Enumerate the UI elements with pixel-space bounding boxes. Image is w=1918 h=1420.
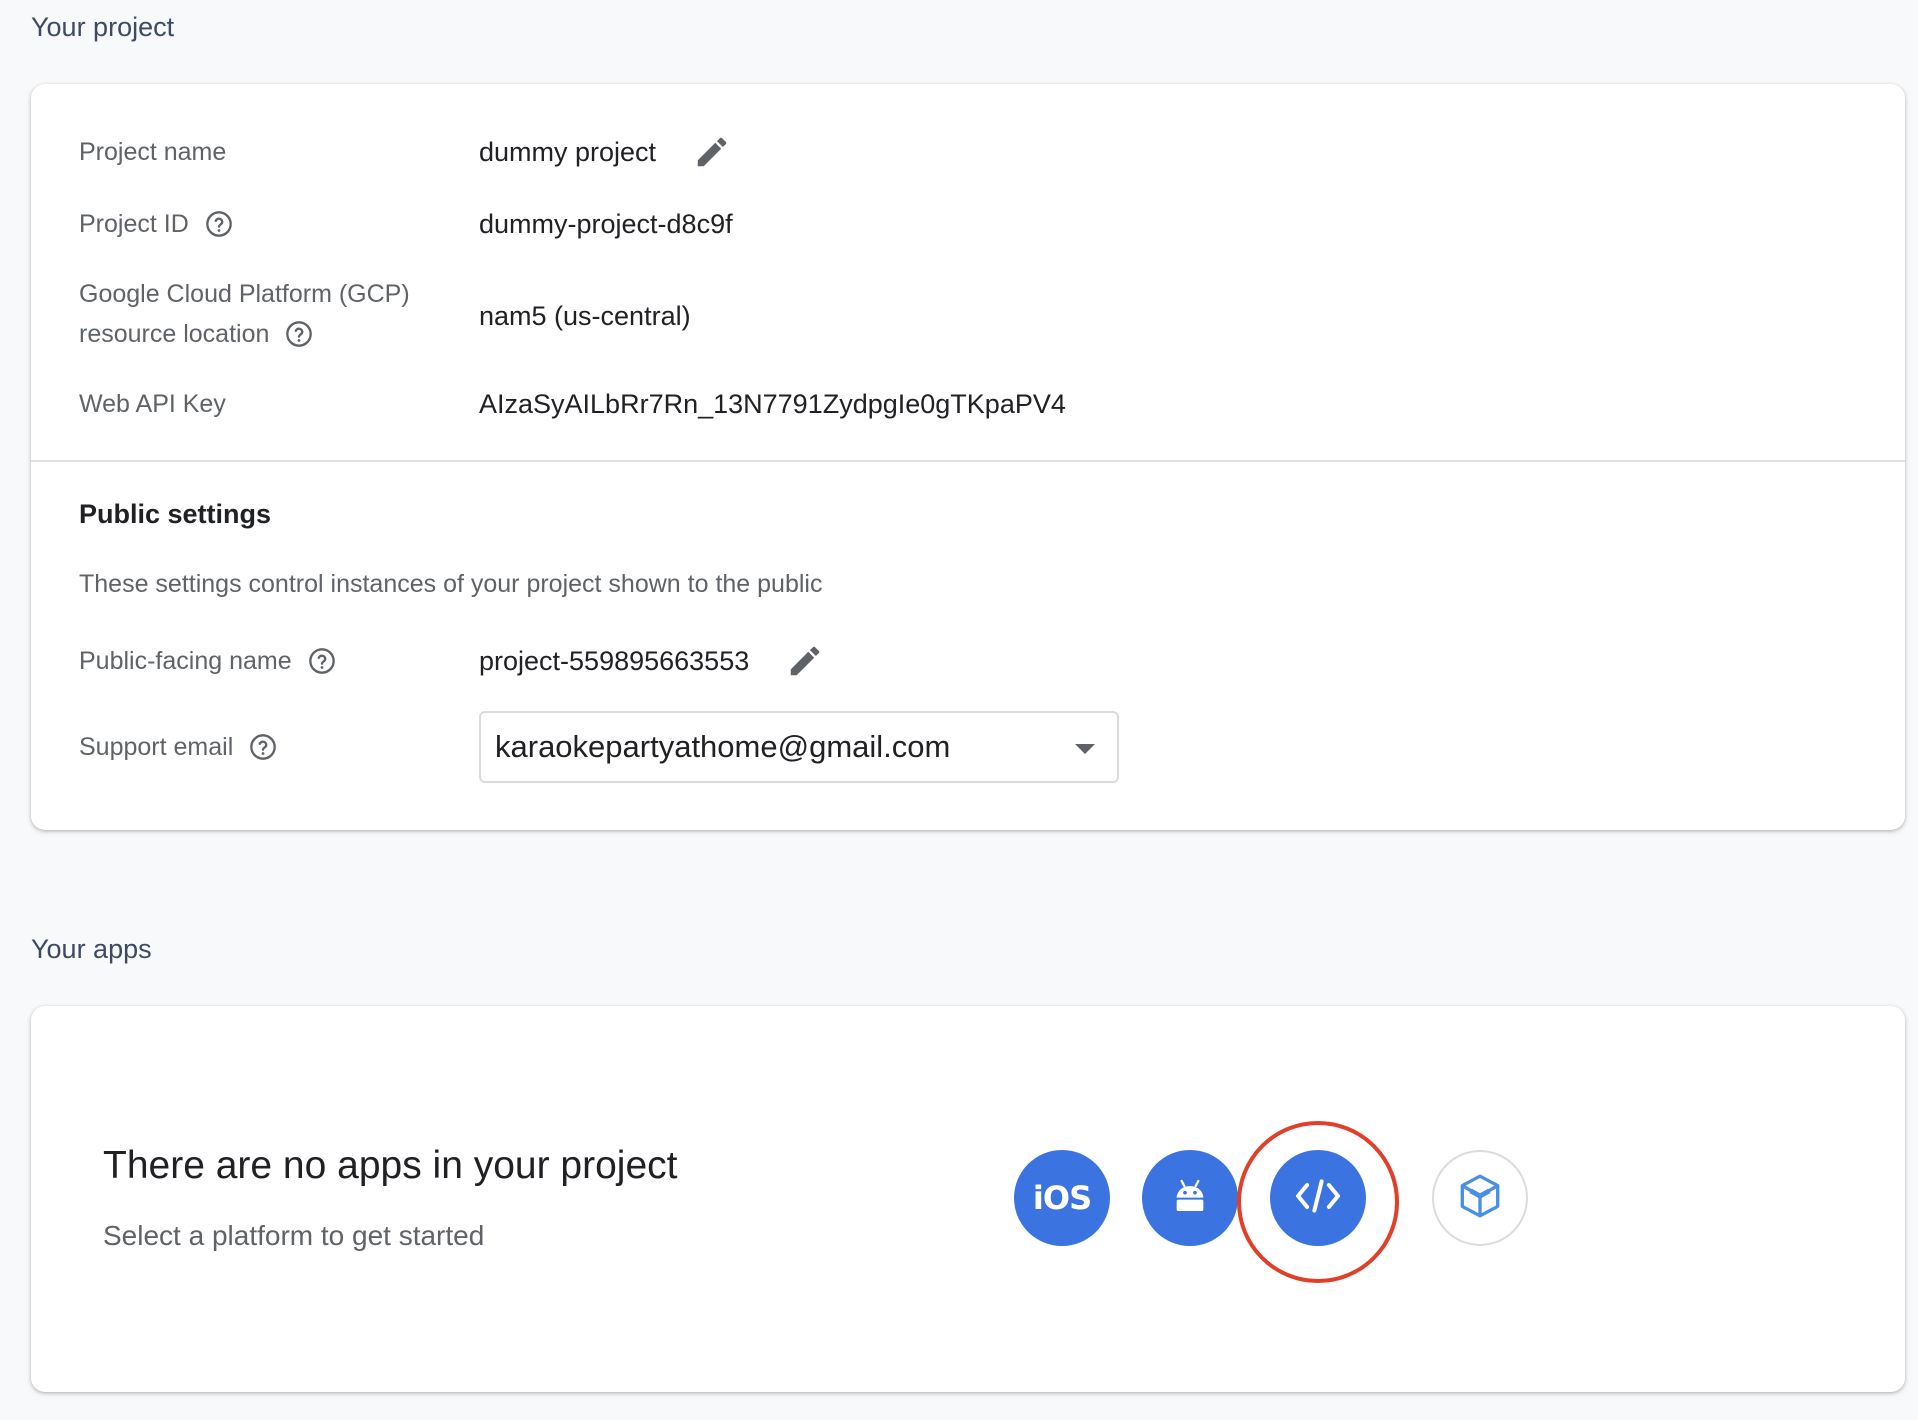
- support-email-value: karaokepartyathome@gmail.com: [495, 729, 951, 764]
- your-apps-title: Your apps: [31, 934, 152, 964]
- project-id-row: Project ID dummy-project-d8c9f: [79, 204, 1857, 244]
- support-email-row: Support email karaokepartyathome@gmail.c…: [79, 711, 1857, 783]
- public-name-row: Public-facing name project-559895663553: [79, 641, 1857, 681]
- api-key-value: AIzaSyAILbRr7Rn_13N7791ZydpgIe0gTKpaPV4: [479, 389, 1066, 419]
- location-label-line2-wrap: resource location: [79, 314, 410, 354]
- project-name-value: dummy project: [479, 137, 657, 167]
- project-settings-card: Project name dummy project Project ID du…: [31, 84, 1905, 830]
- support-email-select[interactable]: karaokepartyathome@gmail.com: [479, 711, 1119, 783]
- edit-public-name-icon[interactable]: [785, 641, 825, 681]
- help-icon[interactable]: [205, 210, 233, 238]
- api-key-row: Web API Key AIzaSyAILbRr7Rn_13N7791Zydpg…: [79, 384, 1857, 424]
- support-email-label-wrap: Support email: [79, 727, 277, 767]
- support-email-label: Support email: [79, 733, 234, 761]
- public-settings-heading: Public settings: [79, 499, 272, 529]
- ios-icon: iOS: [1032, 1179, 1092, 1217]
- project-id-value: dummy-project-d8c9f: [479, 209, 733, 239]
- android-platform-button[interactable]: [1142, 1150, 1238, 1246]
- help-icon[interactable]: [308, 647, 336, 675]
- unity-icon: [1455, 1171, 1505, 1226]
- no-apps-subtitle: Select a platform to get started: [103, 1220, 485, 1251]
- public-name-value-wrap: project-559895663553: [479, 641, 825, 681]
- project-id-label-wrap: Project ID: [79, 204, 233, 244]
- location-row: Google Cloud Platform (GCP) resource loc…: [79, 274, 1857, 354]
- public-name-value: project-559895663553: [479, 646, 750, 676]
- ios-platform-button[interactable]: iOS: [1014, 1150, 1110, 1246]
- help-icon[interactable]: [285, 320, 313, 348]
- api-key-label: Web API Key: [79, 390, 226, 418]
- project-id-label: Project ID: [79, 210, 189, 238]
- public-name-label: Public-facing name: [79, 647, 292, 675]
- project-name-row: Project name dummy project: [79, 132, 1857, 172]
- public-settings-description: These settings control instances of your…: [79, 570, 823, 598]
- apps-card: There are no apps in your project Select…: [31, 1006, 1905, 1392]
- highlight-circle: [1237, 1121, 1399, 1283]
- unity-platform-button[interactable]: [1432, 1150, 1528, 1246]
- help-icon[interactable]: [249, 733, 277, 761]
- location-label: Google Cloud Platform (GCP) resource loc…: [79, 274, 410, 354]
- project-name-label: Project name: [79, 138, 227, 166]
- section-divider: [31, 460, 1905, 462]
- android-icon: [1170, 1176, 1210, 1221]
- edit-project-name-icon[interactable]: [692, 132, 732, 172]
- your-project-title: Your project: [31, 12, 175, 42]
- location-label-line2: resource location: [79, 320, 270, 348]
- public-settings-desc-row: These settings control instances of your…: [79, 564, 1857, 604]
- public-name-label-wrap: Public-facing name: [79, 641, 336, 681]
- location-label-line1: Google Cloud Platform (GCP): [79, 280, 410, 308]
- public-settings-heading-row: Public settings: [79, 494, 1857, 534]
- location-value: nam5 (us-central): [479, 301, 691, 331]
- project-name-value-wrap: dummy project: [479, 132, 732, 172]
- chevron-down-icon: [1075, 744, 1095, 754]
- no-apps-title: There are no apps in your project: [103, 1144, 678, 1187]
